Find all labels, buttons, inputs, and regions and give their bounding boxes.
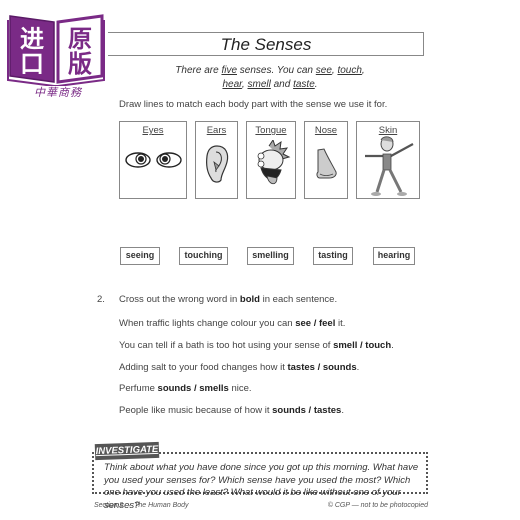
body-part-card-nose: Nose — [304, 121, 348, 199]
sense-word: hear — [222, 79, 242, 90]
body-part-card-eyes: Eyes — [119, 121, 187, 199]
choice-words[interactable]: sounds / tastes — [272, 405, 341, 416]
tongue-face-icon — [257, 140, 291, 185]
choice-words[interactable]: smell / touch — [333, 340, 391, 351]
publisher-logo: 进 口 原 版 — [6, 6, 106, 87]
intro-fragment: , — [361, 65, 365, 76]
open-book-icon: 进 口 原 版 — [7, 14, 105, 87]
eyes-icon — [125, 152, 182, 168]
logo-char: 版 — [68, 50, 92, 78]
instruction-text: Cross out the wrong word in — [119, 294, 240, 305]
logo-brand-text: 中華商務 — [34, 86, 82, 99]
sentence-text: When traffic lights change colour you ca… — [119, 318, 296, 329]
sentence-text: People like music because of how it — [119, 405, 273, 416]
sentence-item: People like music because of how it soun… — [119, 405, 344, 416]
sentence-text: . — [341, 405, 344, 416]
sense-word: five — [221, 65, 237, 76]
sentence-text: Perfume — [119, 383, 158, 394]
instruction-text: in each sentence. — [259, 294, 338, 305]
sentence-text: it. — [335, 318, 346, 329]
sense-option[interactable]: seeing — [120, 247, 160, 265]
sense-option[interactable]: hearing — [373, 247, 415, 265]
body-part-card-tongue: Tongue — [246, 121, 296, 199]
sense-word: touch — [337, 65, 362, 76]
question2-instruction: Cross out the wrong word in bold in each… — [119, 294, 337, 305]
intro-fragment: . — [314, 79, 318, 90]
sentence-item: When traffic lights change colour you ca… — [119, 318, 345, 329]
instruction-bold: bold — [239, 294, 260, 305]
sentence-text: You can tell if a bath is too hot using … — [119, 340, 334, 351]
choice-words[interactable]: sounds / smells — [158, 383, 229, 394]
sentence-text: . — [391, 340, 394, 351]
card-label: Tongue — [255, 125, 287, 136]
footer-copyright: © CGP — not to be photocopied — [327, 502, 428, 509]
sense-word: see — [315, 65, 332, 76]
sense-word: smell — [247, 79, 271, 90]
sense-word: taste — [293, 79, 315, 90]
ear-icon — [206, 145, 229, 183]
investigate-tag: INVESTIGATE — [94, 441, 160, 461]
card-label: Skin — [378, 125, 398, 136]
sentence-item: Adding salt to your food changes how it … — [119, 362, 359, 373]
skin-figure-icon — [365, 136, 414, 196]
body-part-card-ears: Ears — [195, 121, 238, 199]
sentence-item: Perfume sounds / smells nice. — [119, 383, 252, 394]
logo-char: 口 — [20, 50, 44, 78]
question1-instruction: Draw lines to match each body part with … — [119, 99, 388, 110]
card-label: Eyes — [142, 125, 164, 136]
body-part-card-skin: Skin — [356, 121, 420, 199]
intro-fragment: and — [270, 79, 294, 90]
intro-text: There are five senses. You can see, touc… — [150, 64, 390, 92]
intro-fragment: There are — [175, 65, 222, 76]
sense-option[interactable]: smelling — [247, 247, 294, 265]
nose-icon — [316, 148, 337, 179]
sentence-text: Adding salt to your food changes how it — [119, 362, 288, 373]
sense-option[interactable]: touching — [179, 247, 228, 265]
sentence-item: You can tell if a bath is too hot using … — [119, 340, 394, 351]
footer-section: Section 2 — The Human Body — [94, 502, 189, 509]
choice-words[interactable]: tastes / sounds — [287, 362, 356, 373]
page-title: The Senses — [220, 35, 312, 54]
sense-option[interactable]: tasting — [313, 247, 353, 265]
sentence-text: . — [356, 362, 360, 373]
sentence-text: nice. — [228, 383, 252, 394]
logo-char: 原 — [68, 25, 92, 53]
intro-fragment: senses. You can — [237, 65, 316, 76]
card-label: Ears — [206, 125, 227, 136]
question2-number: 2. — [97, 294, 105, 305]
logo-char: 进 — [20, 25, 44, 53]
card-label: Nose — [314, 125, 338, 136]
choice-words[interactable]: see / feel — [295, 318, 335, 329]
